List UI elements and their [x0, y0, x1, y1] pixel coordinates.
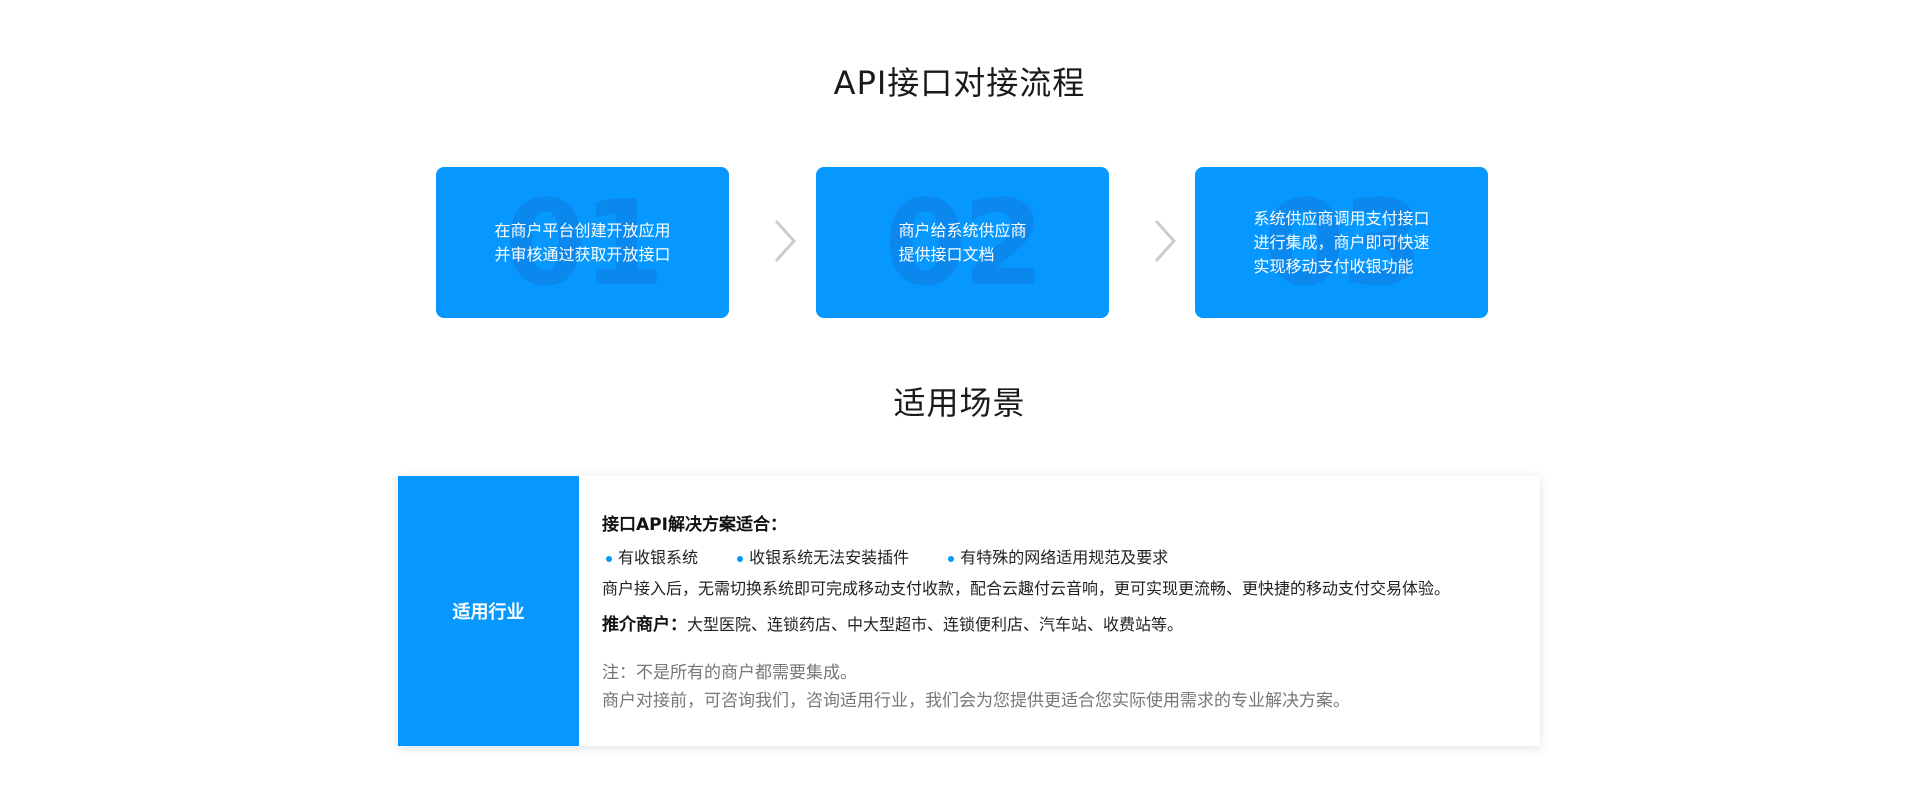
step-card-1: 01 在商户平台创建开放应用 并审核通过获取开放接口 [436, 167, 729, 318]
solution-description: 商户接入后，无需切换系统即可完成移动支付收款，配合云趣付云音响，更可实现更流畅、… [602, 579, 1451, 598]
note-line: 注：不是所有的商户都需要集成。 [602, 663, 857, 683]
list-item: 有特殊的网络适用规范及要求 [944, 546, 1168, 570]
chevron-right-icon [1154, 219, 1177, 263]
recommended-label: 推介商户： [602, 615, 687, 635]
scene-section-title: 适用场景 [893, 384, 1026, 422]
step-text: 系统供应商调用支付接口 进行集成，商户即可快速 实现移动支付收银功能 [1253, 207, 1429, 279]
step-text: 商户给系统供应商 提供接口文档 [898, 219, 1026, 267]
suitable-list: 有收银系统 收银系统无法安装插件 有特殊的网络适用规范及要求 [602, 546, 1520, 570]
step-text-line: 实现移动支付收银功能 [1253, 256, 1414, 276]
chevron-right-icon [774, 219, 797, 263]
step-text-line: 系统供应商调用支付接口 [1253, 208, 1430, 228]
list-item: 有收银系统 [602, 546, 698, 570]
flow-section-title: API接口对接流程 [833, 64, 1086, 102]
step-text: 在商户平台创建开放应用 并审核通过获取开放接口 [494, 219, 670, 267]
step-text-line: 商户给系统供应商 [898, 220, 1027, 240]
step-card-3: 03 系统供应商调用支付接口 进行集成，商户即可快速 实现移动支付收银功能 [1195, 167, 1488, 318]
flow-steps: 01 在商户平台创建开放应用 并审核通过获取开放接口 02 商户给系统供应商 提… [436, 167, 1488, 318]
note: 注：不是所有的商户都需要集成。 商户对接前，可咨询我们，咨询适用行业，我们会为您… [602, 659, 1520, 715]
recommended-text: 大型医院、连锁药店、中大型超市、连锁便利店、汽车站、收费站等。 [687, 615, 1184, 634]
recommended-merchants: 推介商户：大型医院、连锁药店、中大型超市、连锁便利店、汽车站、收费站等。 [602, 613, 1520, 637]
note-line: 商户对接前，可咨询我们，咨询适用行业，我们会为您提供更适合您实际使用需求的专业解… [602, 691, 1350, 711]
industry-side-label: 适用行业 [398, 476, 579, 746]
step-text-line: 提供接口文档 [898, 244, 995, 264]
industry-card-body: 接口API解决方案适合： 有收银系统 收银系统无法安装插件 有特殊的网络适用规范… [602, 512, 1520, 715]
list-item: 收银系统无法安装插件 [733, 546, 909, 570]
step-text-line: 在商户平台创建开放应用 [494, 220, 671, 240]
step-card-2: 02 商户给系统供应商 提供接口文档 [816, 167, 1109, 318]
industry-card: 适用行业 接口API解决方案适合： 有收银系统 收银系统无法安装插件 有特殊的网… [398, 476, 1540, 746]
solution-heading: 接口API解决方案适合： [602, 515, 787, 535]
step-text-line: 进行集成，商户即可快速 [1253, 232, 1430, 252]
step-text-line: 并审核通过获取开放接口 [494, 244, 671, 264]
